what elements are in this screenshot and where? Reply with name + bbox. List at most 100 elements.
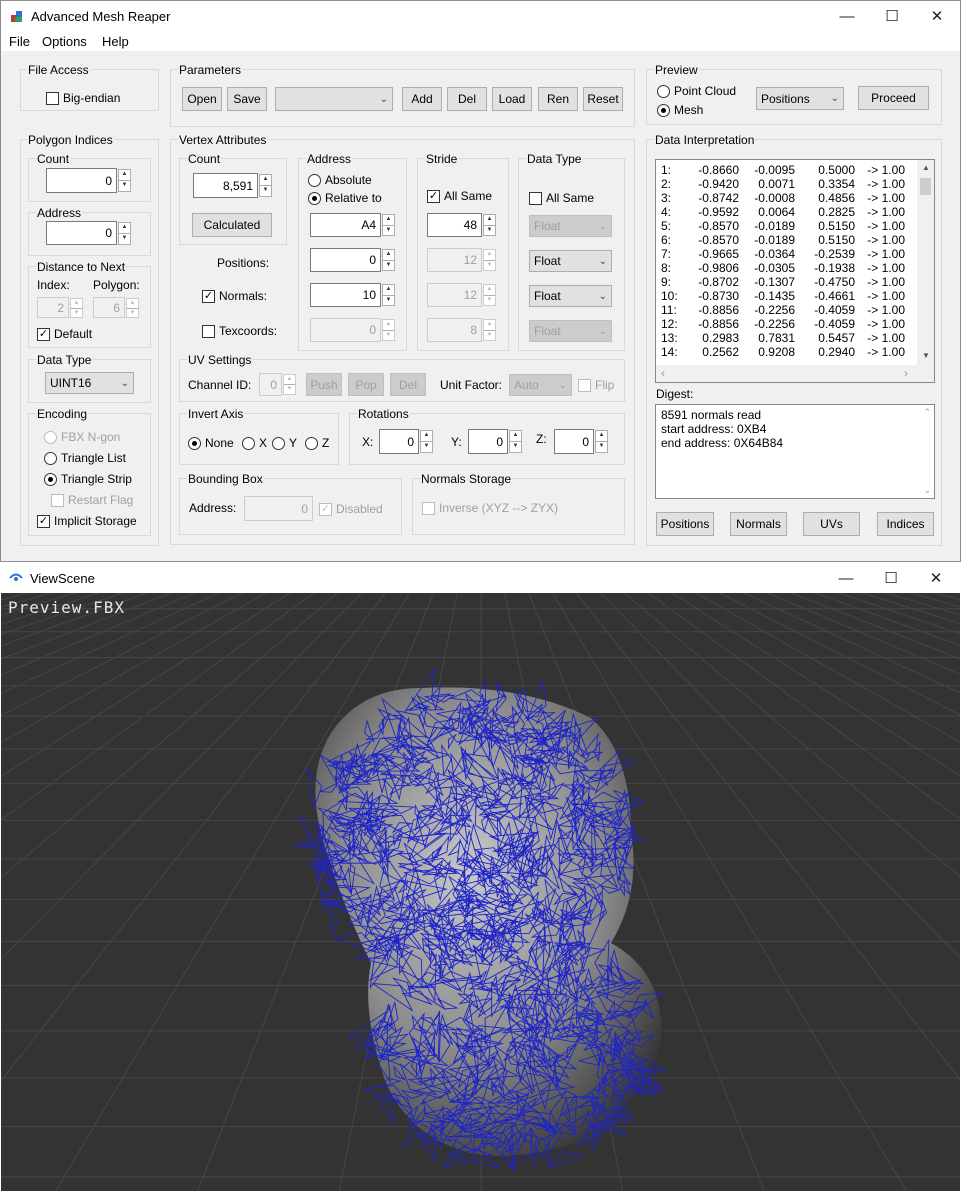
positions-view-button[interactable]: Positions (656, 512, 714, 536)
normals-type-dropdown[interactable]: Float ⌄ (529, 285, 612, 307)
title-bar[interactable]: Advanced Mesh Reaper — ☐ ✕ (1, 1, 960, 31)
base-stride-field[interactable]: 48 (427, 213, 482, 237)
calculated-button[interactable]: Calculated (192, 213, 272, 237)
open-button[interactable]: Open (182, 87, 222, 111)
bbox-disabled-checkbox[interactable]: ✓ Disabled (319, 502, 383, 516)
normals-checkbox[interactable]: ✓ Normals: (202, 289, 267, 303)
reset-button[interactable]: Reset (583, 87, 623, 111)
index-stepper[interactable]: ▲ ▼ (70, 298, 83, 318)
scene-minimize-button[interactable]: — (823, 563, 869, 593)
index-field[interactable]: 2 (37, 297, 69, 318)
scene-canvas[interactable] (1, 593, 960, 1191)
polygon-stepper[interactable]: ▲ ▼ (126, 298, 139, 318)
base-address-field[interactable]: A4 (310, 213, 381, 237)
digest-scroll-up-icon[interactable]: ⌃ (923, 407, 931, 418)
preview-source-dropdown[interactable]: Positions ⌄ (756, 87, 844, 110)
texcoords-stride-stepper[interactable]: ▲ ▼ (483, 319, 496, 341)
pi-count-stepper[interactable]: ▲ ▼ (118, 169, 131, 192)
invert-y-radio[interactable]: Y (272, 436, 297, 450)
maximize-button[interactable]: ☐ (869, 1, 915, 31)
uv-del-button[interactable]: Del (390, 373, 426, 396)
pi-address-field[interactable]: 0 (46, 221, 117, 245)
texcoords-address-stepper[interactable]: ▲ ▼ (382, 319, 395, 341)
del-button[interactable]: Del (447, 87, 487, 111)
scene-maximize-button[interactable]: ☐ (868, 563, 914, 593)
implicit-storage-checkbox[interactable]: ✓ Implicit Storage (37, 514, 137, 528)
digest-box[interactable]: 8591 normals read start address: 0XB4 en… (655, 404, 935, 499)
invert-x-radio[interactable]: X (242, 436, 267, 450)
invert-z-radio[interactable]: Z (305, 436, 329, 450)
rot-y-stepper[interactable]: ▲ ▼ (509, 430, 522, 453)
channel-id-stepper[interactable]: ▲ ▼ (283, 374, 296, 395)
fbx-ngon-radio[interactable]: FBX N-gon (44, 430, 120, 444)
bbox-address-field[interactable]: 0 (244, 496, 313, 521)
default-checkbox[interactable]: ✓ Default (37, 327, 92, 341)
triangle-list-radio[interactable]: Triangle List (44, 451, 126, 465)
pi-address-stepper[interactable]: ▲ ▼ (118, 222, 131, 245)
base-address-stepper[interactable]: ▲ ▼ (382, 214, 395, 236)
add-button[interactable]: Add (402, 87, 442, 111)
save-button[interactable]: Save (227, 87, 267, 111)
positions-address-stepper[interactable]: ▲ ▼ (382, 249, 395, 271)
scroll-down-icon[interactable]: ▼ (922, 351, 930, 360)
close-button[interactable]: ✕ (914, 1, 960, 31)
minimize-button[interactable]: — (824, 1, 870, 31)
va-count-stepper[interactable]: ▲ ▼ (259, 174, 272, 197)
normals-stride-stepper[interactable]: ▲ ▼ (483, 284, 496, 306)
absolute-radio[interactable]: Absolute (308, 173, 372, 187)
unit-factor-dropdown[interactable]: Auto ⌄ (509, 374, 572, 396)
texcoords-stride-field[interactable]: 8 (427, 318, 482, 342)
positions-type-dropdown[interactable]: Float ⌄ (529, 250, 612, 272)
texcoords-checkbox[interactable]: Texcoords: (202, 324, 277, 338)
texcoords-address-field[interactable]: 0 (310, 318, 381, 342)
pi-count-field[interactable]: 0 (46, 168, 117, 193)
digest-scroll-down-icon[interactable]: ⌄ (923, 485, 931, 496)
normals-address-field[interactable]: 10 (310, 283, 381, 307)
big-endian-checkbox[interactable]: Big-endian (46, 91, 120, 105)
vertical-scrollbar[interactable]: ▲ ▼ (917, 160, 934, 366)
scene-close-button[interactable]: ✕ (913, 563, 959, 593)
scene-title-bar[interactable]: ViewScene — ☐ ✕ (0, 563, 961, 593)
rot-y-field[interactable]: 0 (468, 429, 508, 454)
triangle-strip-radio[interactable]: Triangle Strip (44, 472, 132, 486)
push-button[interactable]: Push (306, 373, 342, 396)
type-all-same-checkbox[interactable]: All Same (529, 191, 594, 205)
normals-address-stepper[interactable]: ▲ ▼ (382, 284, 395, 306)
base-stride-stepper[interactable]: ▲ ▼ (483, 214, 496, 236)
data-interpretation-list[interactable]: 1: -0.8660 -0.0095 0.5000 -> 1.00 2: -0.9420 0.… (655, 159, 935, 383)
point-cloud-radio[interactable]: Point Cloud (657, 84, 736, 98)
normals-view-button[interactable]: Normals (730, 512, 787, 536)
3d-viewport[interactable]: Preview.FBX (1, 593, 960, 1191)
mesh-radio[interactable]: Mesh (657, 103, 703, 117)
invert-none-radio[interactable]: None (188, 436, 234, 450)
horizontal-scrollbar[interactable]: ‹ › (656, 365, 919, 382)
preset-dropdown[interactable]: ⌄ (275, 87, 393, 111)
relative-to-radio[interactable]: Relative to (308, 191, 382, 205)
indices-view-button[interactable]: Indices (877, 512, 934, 536)
positions-stride-stepper[interactable]: ▲ ▼ (483, 249, 496, 271)
load-button[interactable]: Load (492, 87, 532, 111)
normals-stride-field[interactable]: 12 (427, 283, 482, 307)
scroll-left-icon[interactable]: ‹ (661, 366, 665, 380)
texcoords-type-dropdown[interactable]: Float ⌄ (529, 320, 612, 342)
base-type-dropdown[interactable]: Float ⌄ (529, 215, 612, 237)
scrollbar-thumb[interactable] (920, 178, 931, 195)
menu-help[interactable]: Help (102, 34, 129, 49)
ren-button[interactable]: Ren (538, 87, 578, 111)
channel-id-field[interactable]: 0 (259, 373, 282, 396)
va-count-field[interactable]: 8,591 (193, 173, 258, 198)
menu-options[interactable]: Options (42, 34, 87, 49)
scroll-right-icon[interactable]: › (904, 366, 908, 380)
inverse-checkbox[interactable]: Inverse (XYZ --> ZYX) (422, 501, 558, 515)
proceed-button[interactable]: Proceed (858, 86, 929, 110)
rot-z-stepper[interactable]: ▲ ▼ (595, 430, 608, 453)
uvs-view-button[interactable]: UVs (803, 512, 860, 536)
positions-stride-field[interactable]: 12 (427, 248, 482, 272)
restart-flag-checkbox[interactable]: Restart Flag (51, 493, 133, 507)
flip-checkbox[interactable]: Flip (578, 378, 614, 392)
rot-x-stepper[interactable]: ▲ ▼ (420, 430, 433, 453)
menu-file[interactable]: File (9, 34, 30, 49)
scroll-up-icon[interactable]: ▲ (922, 163, 930, 172)
index-type-dropdown[interactable]: UINT16 ⌄ (45, 372, 134, 394)
rot-z-field[interactable]: 0 (554, 429, 594, 454)
